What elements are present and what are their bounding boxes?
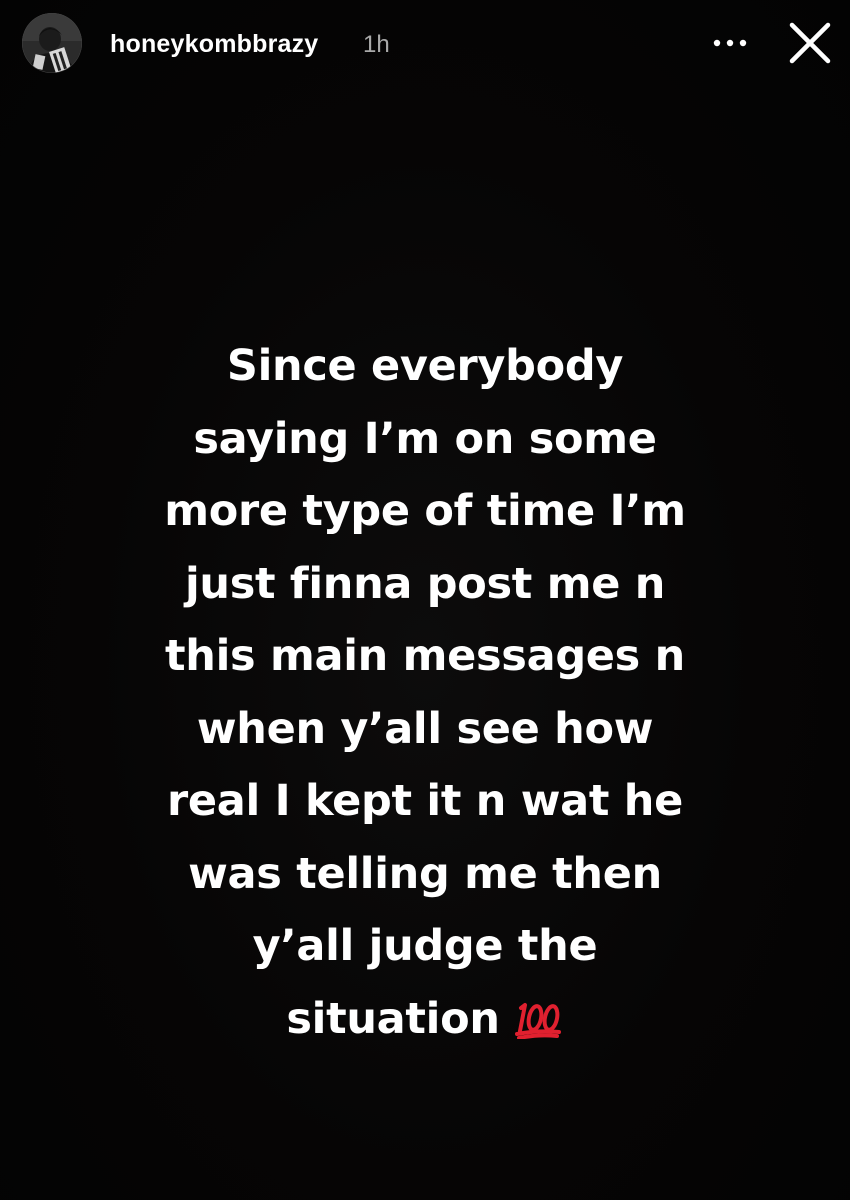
caption-line: y’all judge the [252, 921, 598, 971]
story-caption: Since everybody saying I’m on some more … [100, 330, 750, 1061]
caption-line: just finna post me n [184, 558, 666, 609]
caption-line: more type of time I’m [164, 486, 686, 536]
close-icon[interactable] [785, 18, 835, 68]
more-options-icon[interactable] [708, 26, 752, 60]
username[interactable]: honeykombbrazy [110, 27, 318, 61]
caption-line: situation [286, 993, 500, 1044]
caption-line: Since everybody [226, 341, 624, 391]
caption-line: was telling me then [188, 848, 662, 899]
caption-line: this main messages n [165, 631, 685, 681]
post-timestamp: 1h [363, 31, 390, 58]
caption-line: saying I’m on some [193, 413, 657, 464]
caption-line: when y’all see how [196, 703, 654, 754]
profile-avatar[interactable] [22, 13, 82, 73]
caption-last-line: situation [100, 983, 750, 1062]
hundred-points-emoji-icon [514, 989, 564, 1062]
story-view[interactable]: honeykombbrazy 1h Since everybody saying… [0, 0, 850, 1200]
story-header: honeykombbrazy 1h [0, 0, 850, 90]
avatar-image [22, 13, 82, 73]
caption-line: real I kept it n wat he [167, 776, 683, 826]
